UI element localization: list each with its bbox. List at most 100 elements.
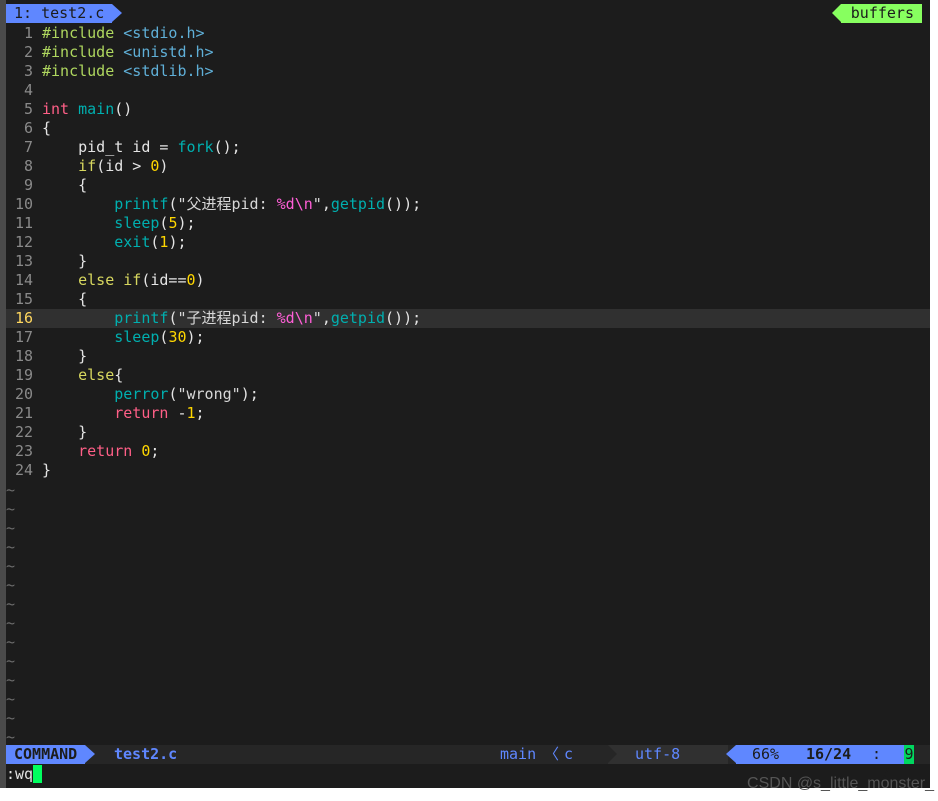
token-plain: } [42,252,88,270]
tilde-marker: ~ [6,690,16,708]
line-number: 16 [14,309,33,327]
line-number: 12 [14,233,33,251]
code-line[interactable]: 23 return 0; [6,442,930,461]
line-text: #include <stdio.h> [42,24,205,43]
code-line[interactable]: 6{ [6,119,930,138]
line-text: else{ [42,366,123,385]
status-encoding: utf-8 [635,745,681,763]
encoding-arrow-icon [608,745,617,763]
code-line[interactable]: 9 { [6,176,930,195]
token-plain: ) [195,271,205,289]
line-number: 21 [14,404,33,422]
line-number: 7 [23,138,33,156]
token-plain: pid_t id = [42,138,178,156]
tilde-marker: ~ [6,576,16,594]
token-fn: printf [42,195,169,213]
line-number: 20 [14,385,33,403]
line-number: 24 [14,461,33,479]
token-fn: sleep [42,328,160,346]
code-line[interactable]: 22 } [6,423,930,442]
line-number: 13 [14,252,33,270]
line-text: #include <unistd.h> [42,43,214,62]
tilde-marker: ~ [6,500,16,518]
code-line[interactable]: 1 #include <stdio.h> [6,24,930,43]
line-text: } [42,252,87,271]
token-plain: (id > [96,157,151,175]
token-str: "wrong" [177,385,241,403]
line-number: 23 [14,442,33,460]
token-plain: ); [186,328,205,346]
code-line[interactable]: 17 sleep(30); [6,328,930,347]
token-plain: ); [168,233,187,251]
code-line[interactable]: 8 if(id > 0) [6,157,930,176]
token-plain: ; [195,404,205,422]
token-fn: printf [42,309,169,327]
command-line[interactable]: :wq [6,765,43,784]
line-text: { [42,290,87,309]
token-num: 1 [186,404,196,422]
line-number: 2 [23,43,33,61]
line-text: return 0; [42,442,159,461]
mode-label: COMMAND [14,745,78,763]
code-line[interactable]: 21 return -1; [6,404,930,423]
token-kw: return [42,404,178,422]
tabline: 1: test2.c buffers [6,4,930,24]
tilde-marker: ~ [6,481,16,499]
position-segment: 66% 16/24 : 17 [726,745,904,782]
line-text: printf("子进程pid: %d\n",getpid()); [42,309,421,328]
token-str: " [312,309,322,327]
line-number: 17 [14,328,33,346]
code-editor[interactable]: 1 #include <stdio.h> 2 #include <unistd.h> 3… [6,24,930,480]
line-text: if(id > 0) [42,157,168,176]
code-line[interactable]: 7 pid_t id = fork(); [6,138,930,157]
tilde-marker: ~ [6,595,16,613]
tilde-marker: ~ [6,652,16,670]
token-plain: } [42,423,88,441]
line-number: 22 [14,423,33,441]
code-line[interactable]: 20 perror("wrong"); [6,385,930,404]
buffers-arrow-icon [831,4,841,22]
code-line[interactable]: 3 #include <stdlib.h> [6,62,930,81]
token-inc: <unistd.h> [123,43,214,61]
tab-test2-c[interactable]: 1: test2.c [6,4,123,23]
line-text: perror("wrong"); [42,385,259,404]
status-extra: 9 [904,745,914,764]
tilde-marker: ~ [6,538,16,556]
line-text: #include <stdlib.h> [42,62,214,81]
code-line[interactable]: 2 #include <unistd.h> [6,43,930,62]
code-line[interactable]: 24} [6,461,930,480]
code-line[interactable]: 18 } [6,347,930,366]
line-number: 15 [14,290,33,308]
token-plain: { [114,366,124,384]
buffers-indicator: buffers [831,4,922,23]
code-line[interactable]: 19 else{ [6,366,930,385]
token-str: "父进程pid: [177,195,277,213]
code-line[interactable]: 5 int main() [6,100,930,119]
token-plain: ); [177,214,196,232]
code-line[interactable]: 15 { [6,290,930,309]
code-line[interactable]: 12 exit(1); [6,233,930,252]
buffers-label: buffers [850,4,914,22]
token-fn: fork [177,138,214,156]
token-num: 0 [186,271,196,289]
token-inc: <stdlib.h> [123,62,214,80]
code-line[interactable]: 11 sleep(5); [6,214,930,233]
tab-arrow-icon [112,4,123,22]
tilde-marker: ~ [6,519,16,537]
line-text: { [42,119,51,138]
code-line[interactable]: 13 } [6,252,930,271]
code-line[interactable]: 14 else if(id==0) [6,271,930,290]
token-ctl: else [42,366,115,384]
token-ctl: if [42,157,97,175]
code-line[interactable]: 10 printf("父进程pid: %d\n",getpid()); [6,195,930,214]
tilde-marker: ~ [6,557,16,575]
token-plain: () [114,100,133,118]
token-pp: #include [42,62,124,80]
token-fn: main [78,100,115,118]
code-line[interactable]: 16 printf("子进程pid: %d\n",getpid()); [6,309,930,328]
token-plain: ()); [385,195,422,213]
code-line[interactable]: 4 [6,81,930,100]
terminal-window[interactable]: 1: test2.c buffers 1 #include <stdio.h> 2 #… [0,0,930,788]
status-line-info: 16/24 [806,745,852,763]
line-number: 9 [23,176,33,194]
